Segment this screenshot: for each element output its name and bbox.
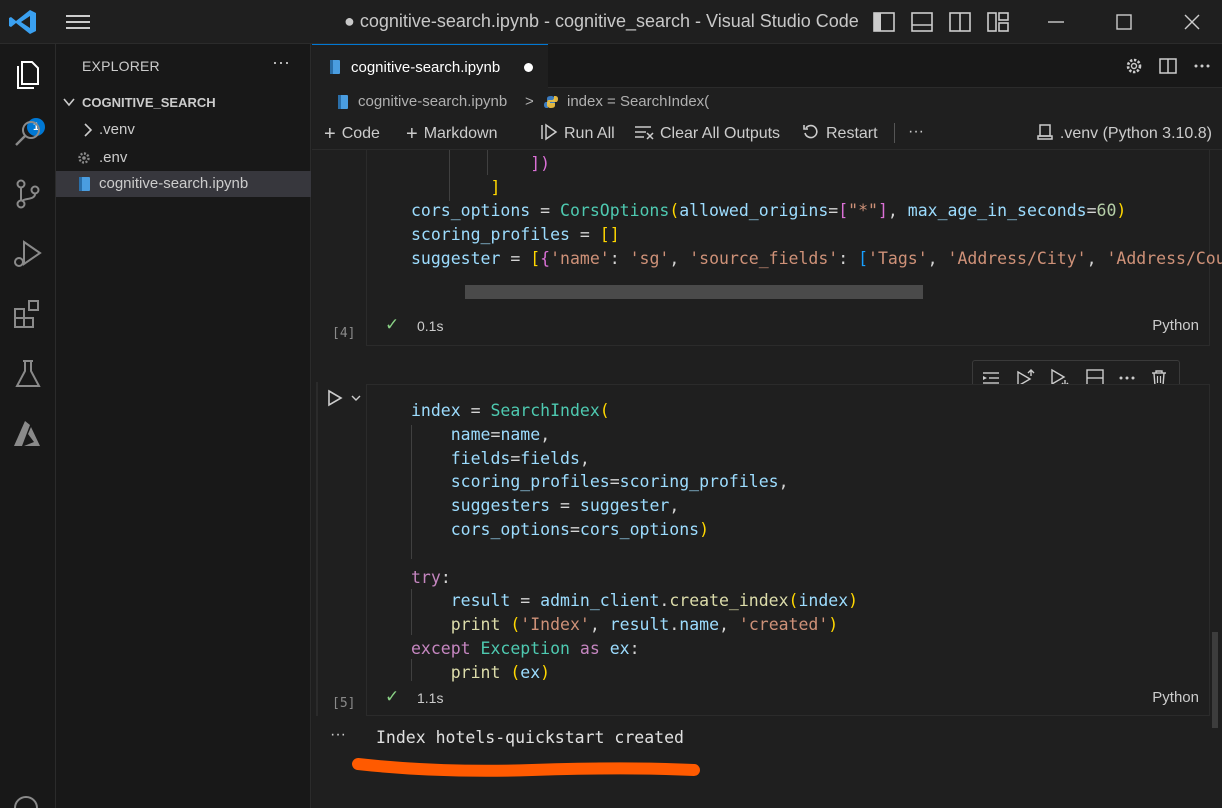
restart-button[interactable]: Restart	[802, 123, 878, 143]
menu-icon[interactable]	[64, 12, 92, 32]
tree-item-env[interactable]: .env	[56, 145, 311, 171]
notebook-toolbar: + Code + Markdown Run All Clear All Output…	[312, 116, 1222, 150]
window-title: ● cognitive-search.ipynb - cognitive_sea…	[344, 11, 859, 31]
folder-cognitive-search[interactable]: COGNITIVE_SEARCH	[56, 92, 311, 114]
folder-label: COGNITIVE_SEARCH	[82, 95, 216, 110]
toggle-secondary-sidebar-icon[interactable]	[948, 11, 972, 33]
tree-item-label: .venv	[99, 121, 135, 138]
cell-4-exec-count: [4]	[332, 326, 356, 341]
chevron-down-icon	[63, 98, 75, 107]
cell-4-horizontal-scrollbar[interactable]	[465, 285, 923, 299]
breadcrumb-file[interactable]: cognitive-search.ipynb	[358, 93, 507, 110]
customize-layout-icon[interactable]	[986, 11, 1010, 33]
tab-label: cognitive-search.ipynb	[351, 59, 501, 76]
toolbar-divider	[894, 123, 895, 143]
python-icon	[544, 96, 558, 108]
editor-vertical-scrollbar[interactable]	[1212, 632, 1218, 728]
tab-cognitive-search[interactable]: cognitive-search.ipynb	[312, 44, 548, 88]
activity-bar: 1	[0, 44, 56, 808]
extensions-icon[interactable]	[10, 296, 46, 332]
cell-5-source[interactable]: index = SearchIndex( name=name, fields=f…	[411, 399, 858, 685]
accounts-icon[interactable]	[8, 792, 44, 808]
code-cell-5[interactable]: index = SearchIndex( name=name, fields=f…	[366, 384, 1210, 716]
notebook-settings-icon[interactable]	[1124, 56, 1144, 76]
cell-5-language[interactable]: Python	[1152, 689, 1199, 706]
kernel-picker[interactable]: .venv (Python 3.10.8)	[1036, 123, 1212, 143]
source-control-icon[interactable]	[10, 176, 46, 212]
add-code-cell-button[interactable]: + Code	[324, 123, 380, 146]
cell-4-language[interactable]: Python	[1152, 317, 1199, 334]
run-debug-icon[interactable]	[10, 236, 46, 272]
code-cell-4[interactable]: SearchableField(name="Country", type=Sea…	[366, 150, 1222, 346]
minimize-icon[interactable]	[1044, 10, 1068, 34]
plus-icon: +	[406, 123, 418, 145]
tree-item-notebook[interactable]: cognitive-search.ipynb	[56, 171, 311, 197]
output-more-button[interactable]: ···	[330, 726, 346, 744]
split-editor-icon[interactable]	[1158, 56, 1178, 76]
breadcrumb: cognitive-search.ipynb > index = SearchI…	[312, 88, 1222, 116]
add-markdown-cell-button[interactable]: + Markdown	[406, 123, 498, 146]
explorer-sidebar: EXPLORER ··· COGNITIVE_SEARCH .venv .env…	[56, 44, 311, 808]
clear-all-outputs-button[interactable]: Clear All Outputs	[634, 123, 780, 143]
notebook-icon	[338, 95, 348, 109]
chevron-right-icon	[84, 123, 93, 137]
toolbar-more-button[interactable]: ···	[908, 123, 924, 141]
cell-4-source[interactable]: SearchableField(name="Country", type=Sea…	[411, 150, 1222, 271]
more-actions-icon[interactable]	[1192, 56, 1212, 76]
annotation-underline	[352, 758, 700, 777]
breadcrumb-separator: >	[525, 93, 534, 110]
chevron-down-icon[interactable]	[350, 392, 362, 404]
clear-outputs-icon	[635, 126, 654, 140]
explorer-icon[interactable]	[10, 56, 46, 92]
notebook-editor: SearchableField(name="Country", type=Sea…	[312, 150, 1222, 808]
close-icon[interactable]	[1180, 10, 1204, 34]
explorer-more-button[interactable]: ···	[272, 52, 290, 73]
testing-icon[interactable]	[10, 356, 46, 392]
notebook-icon	[79, 177, 90, 191]
cell-5-exec-count: [5]	[332, 696, 356, 711]
run-all-icon	[541, 123, 558, 141]
vscode-logo-icon	[9, 10, 36, 34]
restart-icon	[803, 124, 818, 139]
cell-5-exec-time: 1.1s	[417, 690, 444, 706]
explorer-title: EXPLORER	[82, 58, 160, 74]
breadcrumb-symbol[interactable]: index = SearchIndex(	[567, 93, 709, 110]
plus-icon: +	[324, 123, 336, 145]
notebook-icon	[330, 60, 340, 74]
cell-4-exec-time: 0.1s	[417, 318, 444, 334]
run-cell-icon[interactable]	[326, 388, 344, 408]
modified-dot-icon[interactable]	[524, 63, 533, 72]
search-icon[interactable]	[10, 116, 46, 152]
run-all-button[interactable]: Run All	[540, 123, 615, 143]
tab-bar: cognitive-search.ipynb	[312, 44, 1222, 88]
azure-icon[interactable]	[10, 416, 46, 452]
cell-5-output: Index hotels-quickstart created	[376, 728, 684, 747]
toggle-panel-icon[interactable]	[910, 11, 934, 33]
success-check-icon: ✓	[385, 687, 400, 706]
success-check-icon: ✓	[385, 315, 400, 334]
tree-item-label: cognitive-search.ipynb	[99, 175, 249, 192]
toggle-primary-sidebar-icon[interactable]	[872, 11, 896, 33]
gear-icon	[78, 152, 90, 164]
kernel-icon	[1037, 124, 1053, 140]
maximize-icon[interactable]	[1112, 10, 1136, 34]
tree-item-label: .env	[99, 149, 128, 166]
title-bar: ● cognitive-search.ipynb - cognitive_sea…	[0, 0, 1222, 44]
cell-focus-bar	[316, 382, 318, 716]
tree-item-venv[interactable]: .venv	[56, 117, 311, 143]
